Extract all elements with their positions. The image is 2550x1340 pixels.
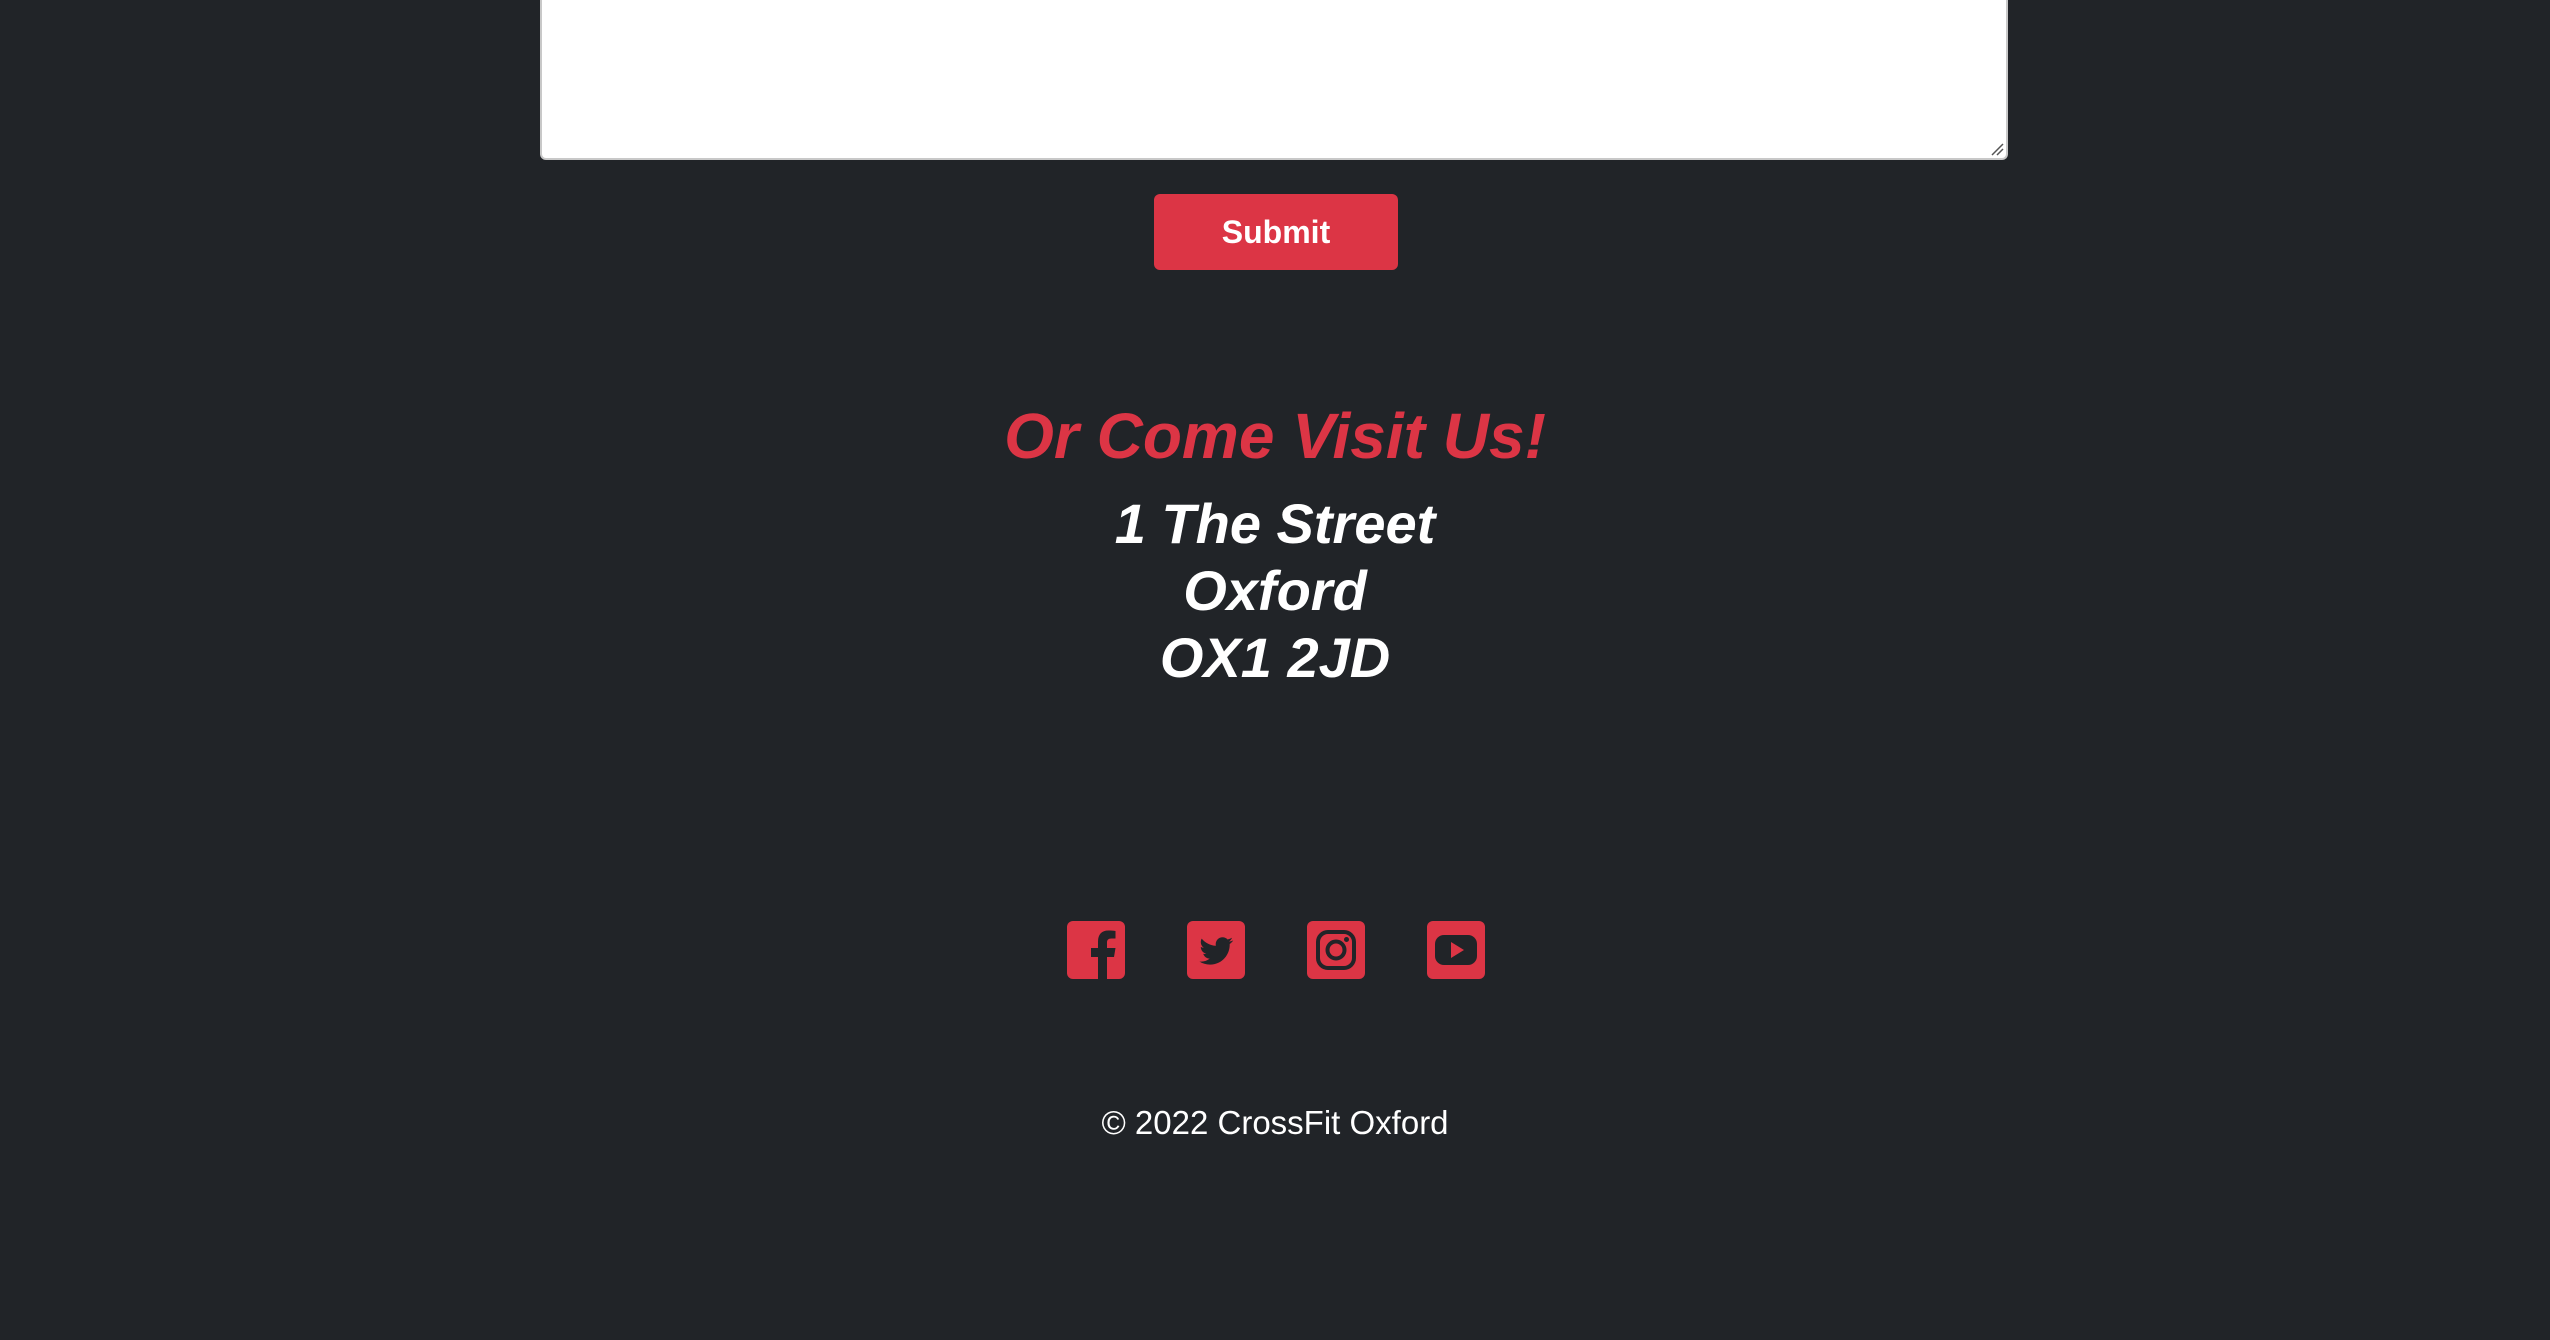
submit-button[interactable]: Submit	[1154, 194, 1398, 270]
facebook-link[interactable]	[1067, 921, 1125, 979]
contact-page: Submit Or Come Visit Us! 1 The Street Ox…	[0, 0, 2550, 1340]
address-city: Oxford	[1183, 559, 1367, 622]
copyright-text: © 2022 CrossFit Oxford	[1101, 1104, 1449, 1141]
visit-heading: Or Come Visit Us!	[1004, 400, 1546, 472]
resize-handle-icon[interactable]	[1990, 142, 2004, 156]
twitter-link[interactable]	[1187, 921, 1245, 979]
social-links	[1067, 921, 1485, 979]
address-block: 1 The Street Oxford OX1 2JD	[0, 490, 2550, 691]
message-textarea[interactable]	[540, 0, 2008, 160]
youtube-link[interactable]	[1427, 921, 1485, 979]
instagram-icon	[1307, 921, 1365, 979]
youtube-icon	[1427, 921, 1485, 979]
address-street: 1 The Street	[1114, 492, 1436, 555]
facebook-icon	[1067, 921, 1125, 979]
address-postcode: OX1 2JD	[1159, 626, 1391, 689]
instagram-link[interactable]	[1307, 921, 1365, 979]
twitter-icon	[1187, 921, 1245, 979]
